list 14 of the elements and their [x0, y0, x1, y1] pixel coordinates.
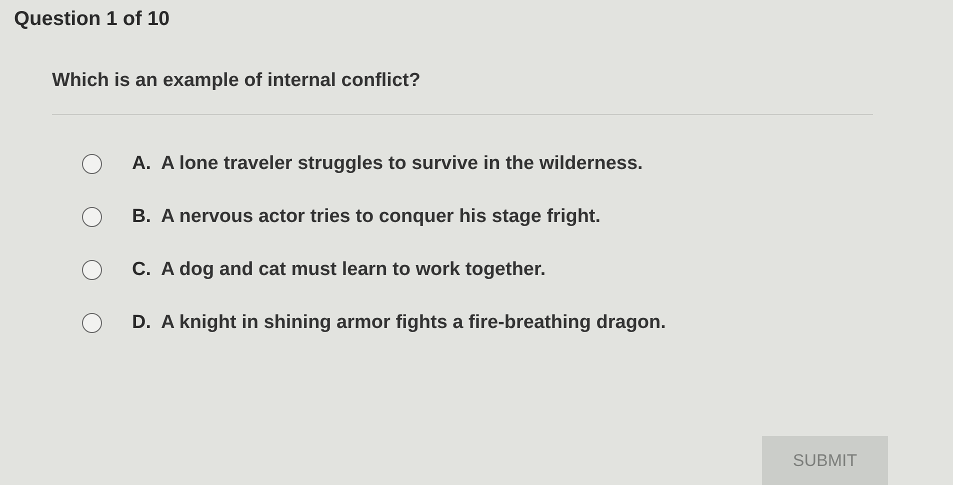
option-letter: C.: [132, 259, 151, 281]
option-letter: D.: [132, 312, 151, 334]
option-text[interactable]: A lone traveler struggles to survive in the wilderness.: [161, 153, 643, 175]
option-letter: B.: [132, 206, 151, 228]
question-counter: Question 1 of 10: [14, 7, 171, 32]
option-text[interactable]: A dog and cat must learn to work together.: [161, 259, 546, 281]
question-text: Which is an example of internal conflict?: [52, 69, 422, 93]
radio-button[interactable]: [82, 260, 102, 280]
option-letter: A.: [132, 153, 151, 175]
option-text[interactable]: A knight in shining armor fights a fire-breathing dragon.: [161, 312, 666, 334]
option-text[interactable]: A nervous actor tries to conquer his stage fright.: [161, 206, 601, 228]
radio-button[interactable]: [82, 154, 102, 174]
radio-button[interactable]: [82, 313, 102, 333]
radio-button[interactable]: [82, 207, 102, 227]
